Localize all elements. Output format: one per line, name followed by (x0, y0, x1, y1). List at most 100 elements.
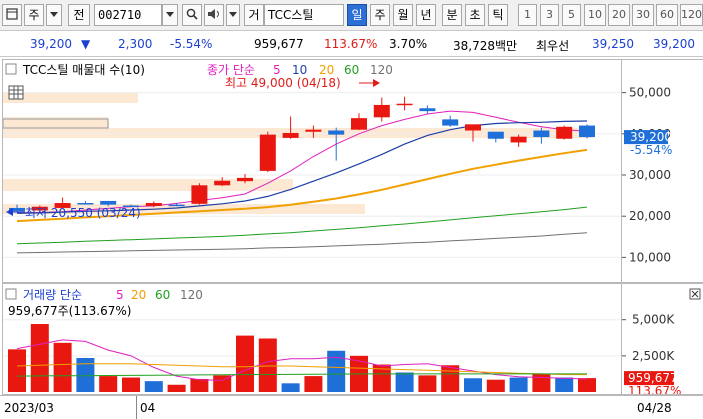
window-icon[interactable] (2, 4, 22, 26)
best-ask: 39,250 (592, 37, 634, 51)
volume-bar (8, 349, 26, 392)
volume-bar (509, 377, 528, 392)
volume-bar (236, 335, 254, 392)
candle-up (214, 180, 231, 186)
volume-bar (532, 373, 551, 392)
stock-name-field[interactable]: TCC스틸 (264, 4, 344, 26)
volume-ratio: 113.67% (324, 37, 378, 51)
volume-bar (281, 383, 300, 392)
price-axis-label: 30,000 (629, 168, 671, 182)
x-label-month-2: 04 (140, 401, 156, 415)
volume-bar (441, 365, 460, 392)
code-dropdown-icon[interactable] (162, 4, 178, 26)
volume-axis-label: 5,000K (632, 313, 675, 327)
candle-up (259, 134, 276, 171)
best-quote-label: 최우선 (536, 39, 570, 53)
ma-label-60: 60 (344, 63, 359, 77)
sound-dropdown-icon[interactable] (226, 4, 240, 26)
interval-button-3[interactable]: 3 (540, 4, 559, 26)
current-price: 39,200 (30, 37, 72, 51)
search-icon[interactable] (182, 4, 202, 26)
interval-button-30[interactable]: 30 (632, 4, 654, 26)
price-change: 2,300 (118, 37, 153, 51)
interval-button-60[interactable]: 60 (656, 4, 678, 26)
period-button-year[interactable]: 년 (416, 4, 436, 26)
high-arrow-icon (359, 79, 380, 87)
ma-line-120 (16, 232, 588, 254)
candle-down (533, 130, 550, 138)
ma-label-10: 10 (292, 63, 307, 77)
volume-bar (555, 377, 574, 392)
candle-up (191, 185, 208, 204)
period-button-month[interactable]: 월 (393, 4, 413, 26)
volume-chart-panel[interactable]: 거래량 단순 5 20 60 120 959,677주(113.67%) (2, 283, 622, 395)
ma-label-5: 5 (273, 63, 281, 77)
period-button-tick[interactable]: 틱 (488, 4, 508, 26)
price-axis-label: 50,000 (629, 86, 671, 100)
vol-ma-label-20: 20 (131, 288, 146, 302)
gubun-button[interactable]: 거 (244, 4, 264, 26)
time-axis: 2023/03 04 04/28 (0, 395, 703, 419)
last-volume-tag-text: 959,677 (628, 371, 678, 385)
candle-up (351, 118, 367, 130)
candle-up (305, 129, 322, 132)
volume-bar (30, 324, 49, 392)
interval-button-20[interactable]: 20 (608, 4, 630, 26)
interval-button-10[interactable]: 10 (584, 4, 606, 26)
last-change-tag-text: -5.54% (630, 143, 672, 157)
volume-bar (190, 378, 209, 392)
panel-checkbox[interactable] (5, 63, 17, 75)
period-button-minute[interactable]: 분 (442, 4, 462, 26)
last-ratio-tag-text: 113.67% (628, 384, 681, 394)
interval-button-5[interactable]: 5 (562, 4, 581, 26)
market-dropdown-icon[interactable] (46, 4, 62, 26)
sound-icon[interactable] (204, 4, 224, 26)
candle-up (373, 104, 390, 118)
candle-down (487, 131, 504, 139)
candle-down (579, 125, 595, 138)
change-arrow-icon: ▼ (81, 37, 91, 51)
ma-prefix-label: 종가 단순 (207, 63, 255, 77)
volume-profile-band (3, 122, 109, 128)
volume-chart-canvas[interactable]: 거래량 단순 5 20 60 120 959,677주(113.67%) (3, 284, 621, 394)
period-button-second[interactable]: 초 (465, 4, 485, 26)
ma-label-20: 20 (319, 63, 334, 77)
volume-bar (99, 376, 118, 392)
trade-volume: 959,677 (254, 37, 304, 51)
low-price-annotation: 최저 20,550 (03/24) (25, 206, 141, 220)
month-divider (136, 396, 137, 419)
volume-panel-checkbox[interactable] (5, 288, 17, 300)
volume-bar (258, 338, 277, 392)
candle-down (100, 200, 117, 205)
volume-axis-label: 2,500K (632, 349, 675, 363)
period-button-week[interactable]: 주 (370, 4, 390, 26)
vol-ma-label-5: 5 (116, 288, 124, 302)
candle-up (237, 177, 253, 182)
x-label-month-1: 2023/03 (4, 401, 54, 415)
turnover-rate: 3.70% (389, 37, 428, 51)
grid-table-icon[interactable] (8, 85, 24, 100)
price-change-pct: -5.54% (170, 37, 213, 51)
volume-title: 거래량 단순 (23, 288, 82, 302)
interval-button-1[interactable]: 1 (518, 4, 537, 26)
price-axis-canvas: 50,00040,00030,00020,00010,00039,200-5.5… (622, 86, 672, 264)
volume-bar (122, 377, 140, 392)
period-button-day[interactable]: 일 (347, 4, 367, 26)
market-type-button[interactable]: 주 (24, 4, 44, 26)
candle-up (510, 136, 527, 143)
price-chart-canvas[interactable]: TCC스틸 매물대 수(10) 종가 단순 5 10 20 60 120 최고 … (3, 60, 621, 282)
ma-label-120: 120 (370, 63, 393, 77)
volume-ma-line-20 (16, 363, 587, 376)
price-axis-label: 20,000 (629, 209, 671, 223)
price-axis: 50,00040,00030,00020,00010,00039,200-5.5… (622, 59, 703, 283)
volume-bar (578, 378, 596, 392)
interval-button-120[interactable]: 120 (680, 4, 703, 26)
vol-ma-label-60: 60 (155, 288, 170, 302)
candle-up (465, 124, 481, 131)
price-chart-panel[interactable]: TCC스틸 매물대 수(10) 종가 단순 5 10 20 60 120 최고 … (2, 59, 622, 283)
candle-up (396, 103, 413, 106)
volume-axis-canvas: 5,000K 2,500K 959,677113.67% (622, 288, 701, 398)
jeon-button[interactable]: 전 (68, 4, 90, 26)
stock-code-input[interactable]: 002710 (94, 4, 162, 26)
candle-down (442, 119, 459, 126)
